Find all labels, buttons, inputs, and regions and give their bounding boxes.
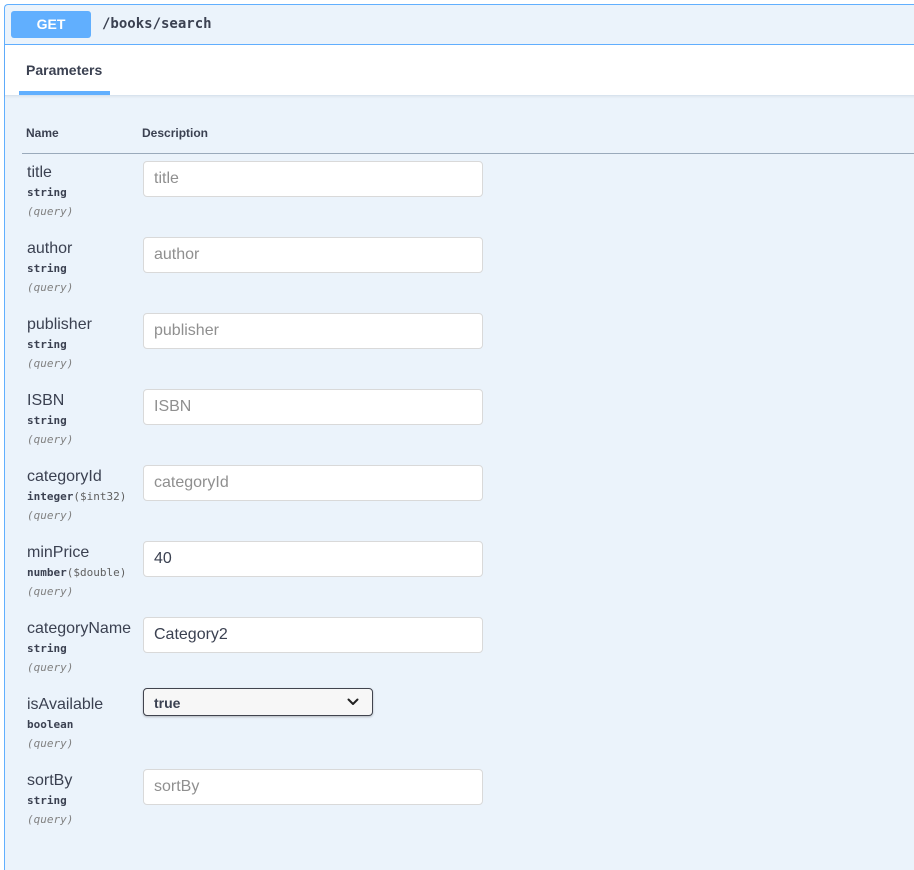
parameter-row-isbn: ISBN string (query) — [27, 389, 507, 462]
parameter-location: (query) — [27, 357, 74, 370]
parameter-row-category-id: categoryId integer($int32) (query) — [27, 465, 507, 538]
parameter-location: (query) — [27, 509, 74, 522]
parameter-location: (query) — [27, 661, 74, 674]
parameter-type: string — [27, 794, 67, 807]
parameter-name: sortBy — [27, 772, 73, 789]
column-header-description: Description — [142, 126, 209, 140]
chevron-down-icon — [347, 698, 359, 705]
parameters-section-header: Parameters — [5, 45, 914, 96]
tab-parameters[interactable]: Parameters — [19, 45, 110, 95]
parameter-type: string — [27, 414, 67, 427]
parameter-row-sort-by: sortBy string (query) — [27, 769, 507, 842]
parameter-type: string — [27, 262, 67, 275]
parameter-format: ($int32) — [73, 490, 127, 503]
parameter-name: title — [27, 164, 52, 181]
parameter-type: integer($int32) — [27, 490, 127, 503]
author-input[interactable] — [143, 237, 483, 273]
operation-block-get-books-search: GET /books/search Parameters Name Descri… — [4, 4, 914, 870]
parameter-name: author — [27, 240, 73, 257]
parameter-name: minPrice — [27, 544, 90, 561]
operation-path: /books/search — [102, 16, 212, 32]
parameter-location: (query) — [27, 813, 74, 826]
parameter-format: ($double) — [66, 566, 127, 579]
parameter-row-publisher: publisher string (query) — [27, 313, 507, 386]
parameter-type: boolean — [27, 718, 74, 731]
parameter-location: (query) — [27, 737, 74, 750]
parameter-name: publisher — [27, 316, 92, 333]
parameter-type: string — [27, 642, 67, 655]
parameter-name: isAvailable — [27, 696, 104, 713]
column-header-name: Name — [26, 126, 59, 140]
category-name-input[interactable] — [143, 617, 483, 653]
parameter-row-min-price: minPrice number($double) (query) — [27, 541, 507, 614]
parameter-location: (query) — [27, 433, 74, 446]
tab-parameters-label: Parameters — [26, 62, 103, 78]
parameter-name: categoryName — [27, 620, 132, 637]
title-input[interactable] — [143, 161, 483, 197]
operation-summary[interactable]: GET /books/search — [5, 5, 914, 45]
parameter-location: (query) — [27, 281, 74, 294]
parameter-row-category-name: categoryName string (query) — [27, 617, 507, 690]
parameter-row-title: title string (query) — [27, 161, 507, 234]
parameter-location: (query) — [27, 585, 74, 598]
parameter-type: string — [27, 338, 67, 351]
min-price-input[interactable] — [143, 541, 483, 577]
parameter-type: string — [27, 186, 67, 199]
is-available-select[interactable]: true — [143, 688, 373, 716]
sort-by-input[interactable] — [143, 769, 483, 805]
table-header-divider — [22, 153, 914, 154]
parameter-row-author: author string (query) — [27, 237, 507, 310]
isbn-input[interactable] — [143, 389, 483, 425]
http-method-badge: GET — [11, 11, 91, 38]
tab-active-indicator — [19, 91, 110, 95]
parameter-location: (query) — [27, 205, 74, 218]
parameter-name: ISBN — [27, 392, 65, 409]
category-id-input[interactable] — [143, 465, 483, 501]
publisher-input[interactable] — [143, 313, 483, 349]
select-value: true — [154, 695, 181, 711]
parameter-name: categoryId — [27, 468, 102, 485]
parameter-type: number($double) — [27, 566, 127, 579]
parameter-row-is-available: isAvailable boolean (query) true — [27, 688, 507, 766]
